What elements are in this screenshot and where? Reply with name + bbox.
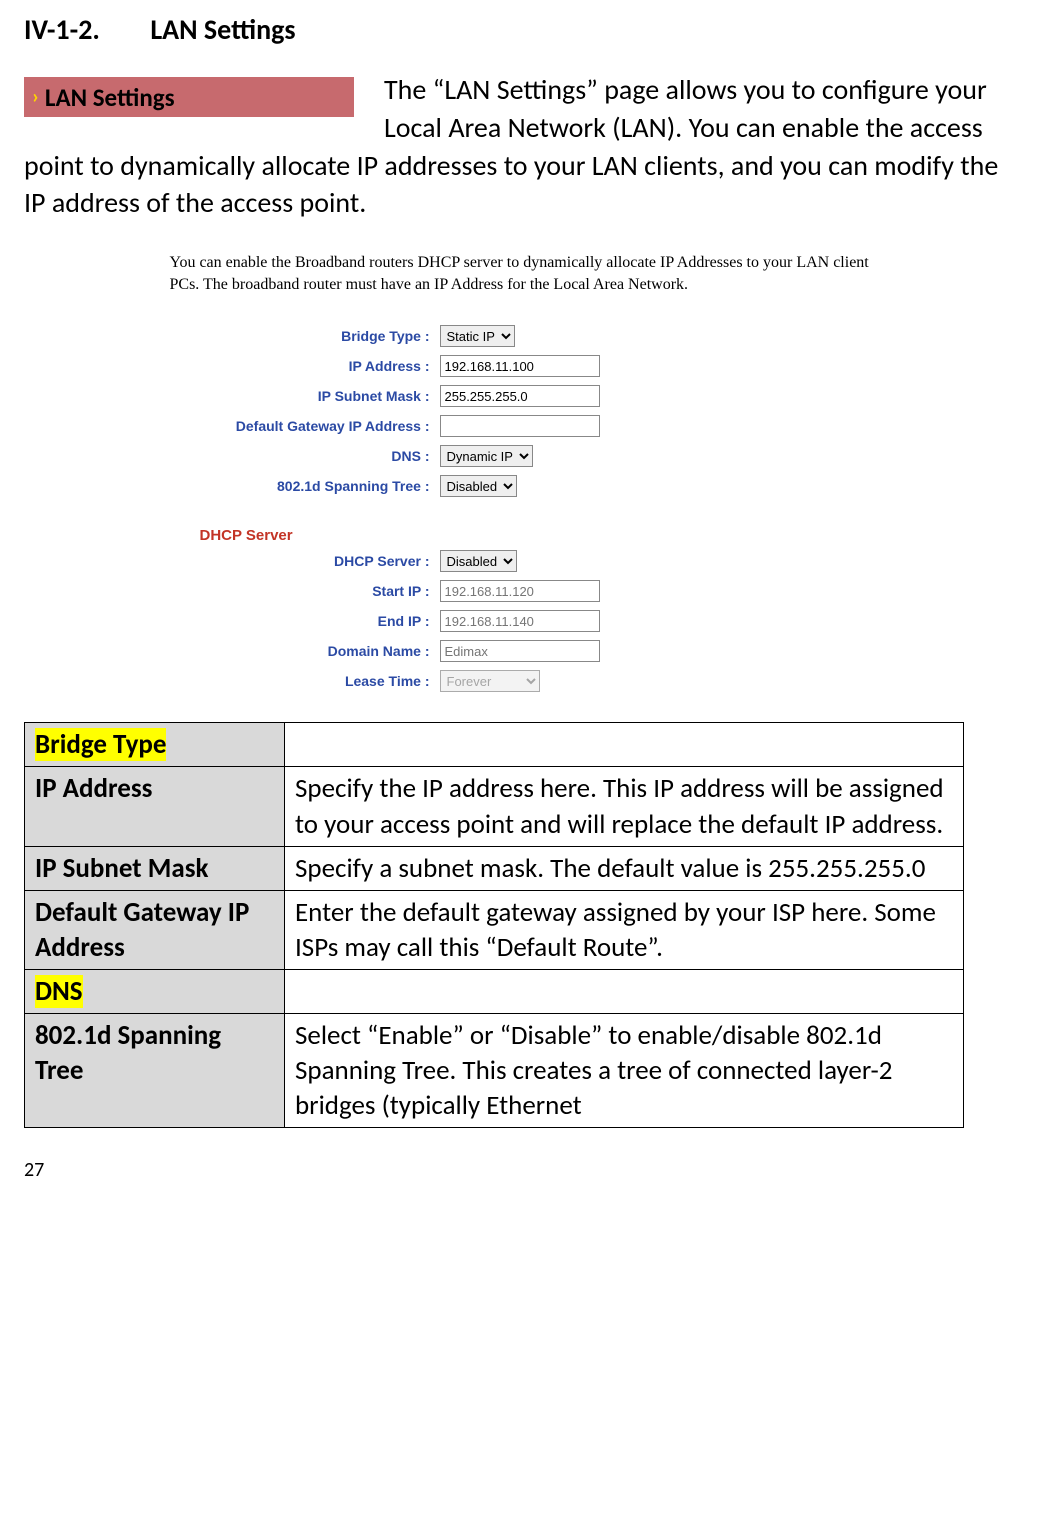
table-row: DNS: [25, 969, 964, 1013]
definition-term: DNS: [25, 969, 285, 1013]
row-end-ip: End IP :: [170, 610, 870, 632]
table-row: 802.1d Spanning TreeSelect “Enable” or “…: [25, 1014, 964, 1128]
definitions-table: Bridge TypeIP AddressSpecify the IP addr…: [24, 722, 964, 1128]
page-number: 27: [24, 1158, 1015, 1182]
row-domain-name: Domain Name :: [170, 640, 870, 662]
label-subnet-mask: IP Subnet Mask :: [170, 388, 440, 404]
input-domain-name: [440, 640, 600, 662]
heading-title: LAN Settings: [150, 12, 295, 47]
lan-settings-form: You can enable the Broadband routers DHC…: [170, 252, 870, 692]
table-row: Bridge Type: [25, 723, 964, 767]
select-dns[interactable]: Dynamic IP: [440, 445, 533, 467]
row-bridge-type: Bridge Type : Static IP: [170, 325, 870, 347]
intro-block: › LAN Settings The “LAN Settings” page a…: [24, 71, 1015, 222]
definitions-body: Bridge TypeIP AddressSpecify the IP addr…: [25, 723, 964, 1128]
definition-desc: Enter the default gateway assigned by yo…: [285, 890, 964, 969]
definition-term: IP Address: [25, 767, 285, 846]
input-end-ip: [440, 610, 600, 632]
chevron-right-icon: ›: [32, 85, 39, 109]
label-lease-time: Lease Time :: [170, 673, 440, 689]
label-bridge-type: Bridge Type :: [170, 328, 440, 344]
select-lease-time: Forever: [440, 670, 540, 692]
definition-term: IP Subnet Mask: [25, 846, 285, 890]
input-start-ip: [440, 580, 600, 602]
select-bridge-type[interactable]: Static IP: [440, 325, 515, 347]
form-description: You can enable the Broadband routers DHC…: [170, 252, 870, 295]
row-lease-time: Lease Time : Forever: [170, 670, 870, 692]
definition-desc: [285, 723, 964, 767]
definition-term: Bridge Type: [25, 723, 285, 767]
table-row: IP AddressSpecify the IP address here. T…: [25, 767, 964, 846]
definition-desc: [285, 969, 964, 1013]
label-spanning-tree: 802.1d Spanning Tree :: [170, 478, 440, 494]
input-ip-address[interactable]: [440, 355, 600, 377]
select-spanning-tree[interactable]: Disabled: [440, 475, 517, 497]
label-dhcp-server: DHCP Server :: [170, 553, 440, 569]
table-row: IP Subnet MaskSpecify a subnet mask. The…: [25, 846, 964, 890]
dhcp-server-heading: DHCP Server: [200, 527, 870, 544]
row-gateway: Default Gateway IP Address :: [170, 415, 870, 437]
label-ip-address: IP Address :: [170, 358, 440, 374]
definition-term: 802.1d Spanning Tree: [25, 1014, 285, 1128]
input-subnet-mask[interactable]: [440, 385, 600, 407]
definition-desc: Specify a subnet mask. The default value…: [285, 846, 964, 890]
definition-desc: Select “Enable” or “Disable” to enable/d…: [285, 1014, 964, 1128]
definition-term: Default Gateway IP Address: [25, 890, 285, 969]
table-row: Default Gateway IP AddressEnter the defa…: [25, 890, 964, 969]
label-dns: DNS :: [170, 448, 440, 464]
select-dhcp-server[interactable]: Disabled: [440, 550, 517, 572]
row-dns: DNS : Dynamic IP: [170, 445, 870, 467]
row-spanning-tree: 802.1d Spanning Tree : Disabled: [170, 475, 870, 497]
lan-settings-badge: › LAN Settings: [24, 77, 354, 117]
row-subnet-mask: IP Subnet Mask :: [170, 385, 870, 407]
label-start-ip: Start IP :: [170, 583, 440, 599]
badge-text: LAN Settings: [45, 82, 175, 113]
label-gateway: Default Gateway IP Address :: [170, 418, 440, 434]
section-heading: IV-1-2. LAN Settings: [24, 12, 1015, 47]
definition-desc: Specify the IP address here. This IP add…: [285, 767, 964, 846]
row-start-ip: Start IP :: [170, 580, 870, 602]
heading-number: IV-1-2.: [24, 12, 144, 47]
label-end-ip: End IP :: [170, 613, 440, 629]
row-ip-address: IP Address :: [170, 355, 870, 377]
input-gateway[interactable]: [440, 415, 600, 437]
label-domain-name: Domain Name :: [170, 643, 440, 659]
row-dhcp-server: DHCP Server : Disabled: [170, 550, 870, 572]
